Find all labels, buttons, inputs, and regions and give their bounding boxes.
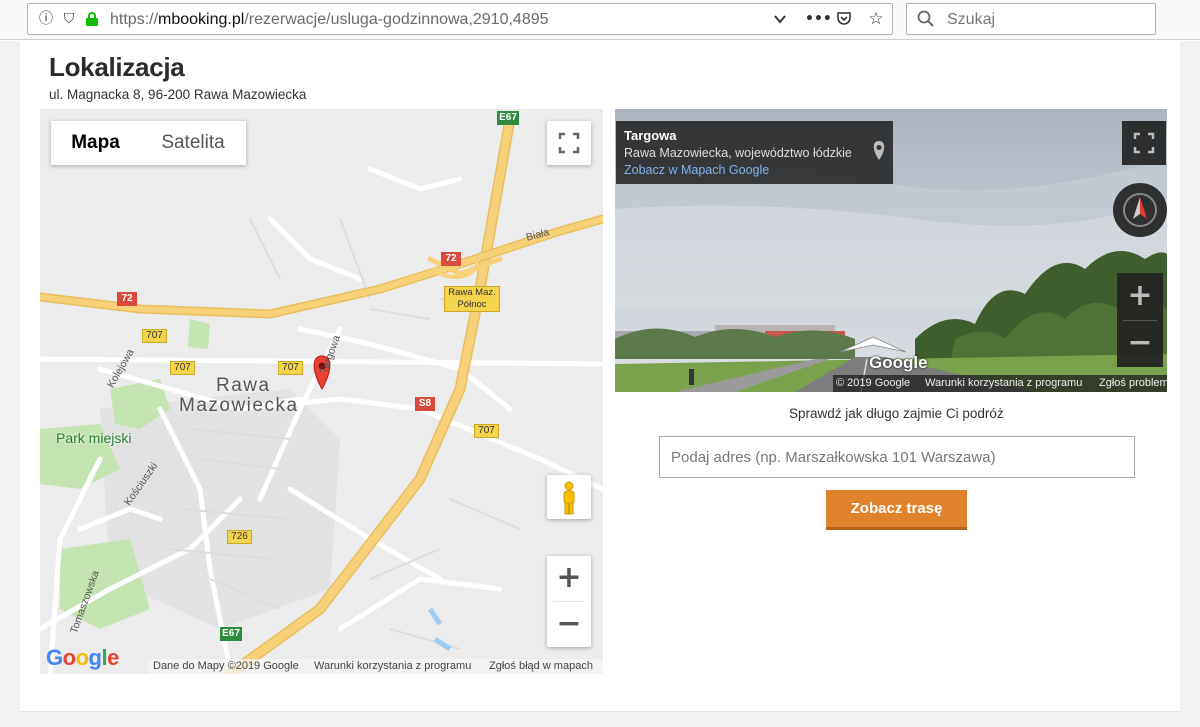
city-label-line1: Rawa [216, 375, 271, 396]
compass-icon [1123, 193, 1157, 227]
road-shield-72-2: 72 [441, 252, 461, 266]
url-bar[interactable]: ⓘ ⛉ https://mbooking.pl/rezerwacje/uslug… [27, 3, 893, 35]
road-shield-e67-2: E67 [220, 627, 242, 641]
road-shield-707: 707 [142, 329, 167, 343]
map-terms-link[interactable]: Warunki korzystania z programu [314, 660, 471, 672]
star-icon[interactable]: ☆ [868, 11, 884, 28]
street-view-info-card: Targowa Rawa Mazowiecka, województwo łód… [616, 121, 893, 184]
road-shield-72: 72 [117, 292, 137, 306]
map-zoom-in-button[interactable]: + [547, 556, 591, 601]
junction-label: Rawa Maz. Północ [444, 286, 500, 312]
street-view-zoom-in-button[interactable]: + [1117, 273, 1163, 320]
more-icon[interactable]: ••• [805, 11, 832, 27]
park-label: Park miejski [56, 430, 132, 446]
fullscreen-icon [558, 132, 580, 154]
search-placeholder: Szukaj [947, 11, 996, 28]
street-view-panorama[interactable]: Targowa Rawa Mazowiecka, województwo łód… [615, 109, 1167, 392]
road-shield-707-4: 707 [474, 424, 499, 438]
search-bar[interactable]: Szukaj [906, 3, 1156, 35]
map-report-link[interactable]: Zgłoś błąd w mapach [489, 660, 593, 672]
road-shield-e67: E67 [497, 111, 519, 125]
street-view-fullscreen-button[interactable] [1122, 121, 1166, 165]
google-logo[interactable]: Google [46, 645, 119, 671]
street-view-copyright: © 2019 Google [836, 377, 911, 389]
street-view-footer: © 2019 Google Warunki korzystania z prog… [833, 375, 1167, 392]
road-shield-707-2: 707 [170, 361, 195, 375]
street-view-place: Targowa [624, 128, 677, 143]
google-map[interactable]: E67 E67 72 72 S8 707 707 707 707 726 Raw… [40, 109, 603, 674]
route-address-input[interactable] [659, 436, 1135, 478]
road-shield-s8: S8 [415, 397, 435, 411]
page-title: Lokalizacja [49, 52, 185, 82]
road-shield-707-3: 707 [278, 361, 303, 375]
pegman-button[interactable] [547, 475, 591, 519]
street-view-terms-link[interactable]: Warunki korzystania z programu [925, 377, 1082, 389]
city-label-line2: Mazowiecka [179, 395, 299, 416]
map-data-attribution: Dane do Mapy ©2019 Google [153, 660, 299, 672]
street-view-compass[interactable] [1113, 183, 1167, 237]
location-address: ul. Magnacka 8, 96-200 Rawa Mazowiecka [49, 87, 307, 102]
map-footer: Dane do Mapy ©2019 Google Warunki korzys… [148, 659, 603, 674]
map-zoom-out-button[interactable]: − [547, 602, 591, 647]
search-icon [917, 10, 935, 32]
show-route-button[interactable]: Zobacz trasę [826, 490, 967, 530]
street-view-google-logo: Google [869, 353, 928, 372]
road-shield-726: 726 [227, 530, 252, 544]
map-zoom-control: + − [547, 556, 591, 647]
street-view-zoom-control: + − [1117, 273, 1163, 367]
route-label: Sprawdź jak długo zajmie Ci podróż [789, 406, 1004, 421]
browser-toolbar: ⓘ ⛉ https://mbooking.pl/rezerwacje/uslug… [0, 0, 1200, 40]
fullscreen-icon [1133, 132, 1155, 154]
map-type-control: Mapa Satelita [51, 121, 246, 165]
street-view-report-link[interactable]: Zgłoś problem [1099, 377, 1167, 389]
map-type-satellite-button[interactable]: Satelita [140, 121, 246, 165]
shield-icon[interactable]: ⛉ [61, 11, 77, 27]
map-type-map-button[interactable]: Mapa [51, 121, 140, 165]
pocket-icon[interactable] [836, 11, 852, 27]
map-fullscreen-button[interactable] [547, 121, 591, 165]
chevron-down-icon[interactable] [772, 11, 788, 27]
street-view-zoom-out-button[interactable]: − [1117, 320, 1163, 367]
url-text[interactable]: https://mbooking.pl/rezerwacje/usluga-go… [110, 11, 549, 29]
info-icon[interactable]: ⓘ [38, 11, 54, 27]
pegman-icon [563, 481, 575, 515]
street-view-region: Rawa Mazowiecka, województwo łódzkie [624, 146, 852, 160]
street-view-maps-link[interactable]: Zobacz w Mapach Google [624, 163, 769, 177]
map-canvas [40, 109, 603, 674]
park-area-4 [188, 319, 210, 349]
lock-icon[interactable] [84, 11, 100, 27]
